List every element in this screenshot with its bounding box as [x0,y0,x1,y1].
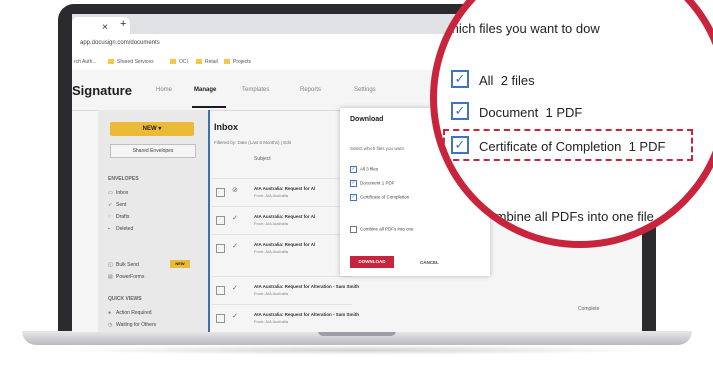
bookmark-item[interactable]: Projects [224,59,251,65]
option-text: All 2 files [479,73,535,88]
folder-icon [108,59,114,65]
option-document[interactable]: ✓ Document 1 PDF [350,180,395,187]
option-label: All 3 files [360,166,379,172]
option-label: All [479,73,494,88]
magnified-subtitle: t which files you want to dow [435,21,600,36]
folder-icon [224,59,230,65]
option-label: Certificate of Completion [360,194,410,200]
checkbox-checked[interactable]: ✓ [451,70,469,88]
option-label: Combine all PDFs into one file [479,209,654,224]
bookmark-label: Shared Services [117,59,154,65]
checkbox-unchecked[interactable] [350,226,357,233]
new-tab-icon[interactable]: + [120,18,126,30]
bookmark-label: OCI [179,59,188,65]
checkbox-checked[interactable]: ✓ [350,194,357,201]
bookmark-item[interactable]: Retail [196,59,218,65]
checkbox-checked[interactable]: ✓ [451,102,469,120]
bookmark-label: Retail [205,59,218,65]
bookmark-item[interactable]: rch Auth... [74,59,97,65]
folder-icon [196,59,202,65]
laptop-shadow [60,345,654,355]
bookmark-item[interactable]: OCI [170,59,188,65]
cancel-button[interactable]: CANCEL [420,260,439,265]
option-all-files[interactable]: ✓ All 3 files [350,166,378,173]
option-detail: 1 PDF [545,105,583,120]
checkbox-unchecked[interactable] [451,206,469,224]
checkbox-checked[interactable]: ✓ [350,166,357,173]
bookmark-label: Projects [233,59,252,65]
tab-close-icon[interactable]: × [102,22,108,33]
checkbox-checked[interactable]: ✓ [350,180,357,187]
option-detail: 2 files [500,73,535,88]
download-button[interactable]: DOWNLOAD [350,256,394,268]
highlight-box [443,129,693,161]
option-text: Document 1 PDF [479,105,582,120]
option-label: Combine all PDFs into one [360,226,414,232]
option-label: Document [479,105,539,120]
folder-icon [170,59,176,65]
modal-subtitle: Select which files you want [350,146,404,151]
modal-title: Download [350,116,384,123]
bookmark-item[interactable]: Shared Services [108,59,154,65]
option-certificate[interactable]: ✓ Certificate of Completion [350,194,409,201]
url-text: app.docusign.com/documents [80,40,160,46]
option-label: Document 1 PDF [360,180,395,186]
option-combine-pdfs[interactable]: Combine all PDFs into one [350,226,414,233]
